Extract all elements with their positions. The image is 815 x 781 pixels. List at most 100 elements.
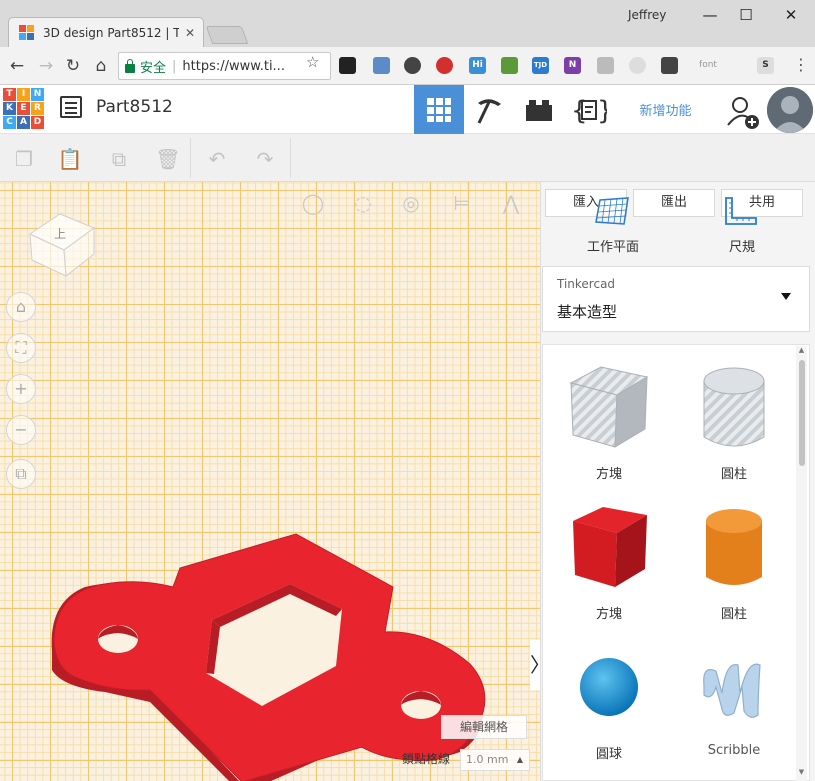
shape-box[interactable]: 方塊 — [549, 495, 669, 625]
extension-font-icon[interactable]: font — [693, 57, 723, 74]
delete-icon[interactable]: 🗑 — [155, 146, 181, 172]
user-avatar-icon — [767, 87, 813, 133]
new-features-link[interactable]: 新增功能 — [618, 85, 713, 134]
extension-2-icon[interactable] — [373, 57, 390, 74]
scrollbar-thumb[interactable] — [799, 360, 805, 466]
ruler-tool-icon[interactable] — [724, 196, 758, 226]
export-button[interactable]: 匯出 — [633, 189, 715, 217]
minimize-button[interactable]: — — [695, 4, 725, 26]
maximize-button[interactable]: ☐ — [731, 4, 761, 26]
duplicate-icon[interactable]: ⧉ — [106, 146, 132, 172]
close-window-button[interactable]: ✕ — [776, 4, 806, 26]
sphere-icon — [580, 658, 638, 716]
tab-close-icon[interactable]: ✕ — [185, 26, 195, 40]
shape-label: 方塊 — [595, 607, 622, 622]
workplane-tool-icon[interactable] — [594, 196, 630, 226]
shape-box-hole[interactable]: 方塊 — [549, 355, 669, 485]
shape-label: Scribble — [707, 743, 761, 758]
extension-tjd-icon[interactable]: TJD — [532, 57, 549, 74]
library-value: 基本造型 — [557, 303, 618, 321]
shape-cylinder[interactable]: 圓柱 — [674, 495, 794, 625]
shape-scribble[interactable]: Scribble — [674, 635, 794, 765]
toolbar-separator — [290, 138, 291, 178]
browser-tab[interactable]: 3D design Part8512 | Tin ✕ — [8, 17, 204, 47]
mode-3d-design-button[interactable] — [414, 85, 464, 134]
3d-object[interactable] — [0, 182, 540, 781]
browser-toolbar: ← → ↻ ⌂ 安全 | https://www.ti... ☆ Hi TJD … — [0, 47, 815, 85]
grid-icon — [427, 97, 451, 122]
shapes-grid: 方塊 圓柱 方塊 圓柱 圓球 Scribble — [542, 344, 810, 781]
lock-icon — [125, 58, 135, 73]
bookmark-star-icon[interactable]: ☆ — [306, 53, 319, 71]
extension-9-icon[interactable] — [597, 57, 614, 74]
collapse-panel-icon[interactable]: 〉 — [530, 640, 540, 690]
new-tab-button[interactable] — [205, 26, 249, 44]
shape-library-select[interactable]: Tinkercad 基本造型 — [542, 266, 810, 332]
extension-4-icon[interactable] — [436, 57, 453, 74]
browser-menu-icon[interactable]: ⋮ — [793, 55, 809, 74]
secure-label: 安全 — [140, 60, 167, 76]
extension-6-icon[interactable] — [501, 57, 518, 74]
shape-label: 方塊 — [595, 467, 622, 482]
dropdown-caret-icon — [781, 293, 791, 300]
extension-1-icon[interactable] — [339, 57, 356, 74]
svg-text:}: } — [597, 96, 607, 125]
design-name[interactable]: Part8512 — [96, 97, 173, 117]
tinkercad-logo[interactable]: TIN KER CAD — [3, 88, 44, 129]
box-hole-icon — [569, 366, 649, 448]
snap-caret-icon: ▲ — [516, 755, 523, 764]
ruler-tool-label: 尺規 — [729, 240, 756, 255]
paste-icon[interactable]: 📋 — [57, 146, 83, 172]
omnibox-separator: | — [172, 58, 177, 74]
shape-cylinder-hole[interactable]: 圓柱 — [674, 355, 794, 485]
pickaxe-icon — [477, 98, 501, 124]
tinkercad-favicon-icon — [19, 24, 35, 41]
app-header: TIN KER CAD Part8512 { } — [0, 85, 815, 134]
extension-hi-icon[interactable]: Hi — [469, 57, 486, 74]
edit-toolbar: ❐ 📋 ⧉ 🗑 ↶ ↷ — [0, 134, 815, 182]
design-list-icon[interactable] — [60, 96, 82, 118]
extension-s-icon[interactable]: S — [757, 57, 774, 74]
snap-grid-select[interactable]: 1.0 mm ▲ — [460, 749, 530, 771]
codeblocks-icon: { } — [571, 96, 607, 125]
redo-icon[interactable]: ↷ — [252, 146, 278, 172]
secure-indicator[interactable]: 安全 — [125, 57, 166, 76]
add-user-icon[interactable] — [726, 95, 760, 129]
red-part[interactable] — [51, 533, 486, 781]
home-icon[interactable]: ⌂ — [90, 55, 112, 77]
shape-sphere[interactable]: 圓球 — [549, 635, 669, 765]
profile-name[interactable]: Jeffrey — [628, 8, 666, 22]
browser-titlebar: 3D design Part8512 | Tin ✕ Jeffrey — ☐ ✕ — [0, 0, 815, 47]
avatar[interactable] — [767, 87, 813, 133]
workplane-viewport[interactable]: 上 ⌂ ⛶ + − ⧉ ◯ ◌ ◎ ⊨ ⋀ 編輯網格 鎖點格線 1.0 mm ▲ — [0, 182, 540, 781]
library-source-label: Tinkercad — [557, 277, 616, 291]
cylinder-hole-icon — [703, 367, 765, 447]
extension-3-icon[interactable] — [404, 57, 421, 74]
address-bar[interactable]: 安全 | https://www.ti... — [118, 52, 331, 80]
extension-pocket-icon[interactable] — [661, 57, 678, 74]
shape-label: 圓球 — [595, 747, 622, 762]
mode-build-button[interactable] — [464, 85, 514, 134]
mode-bricks-button[interactable] — [514, 85, 564, 134]
workplane-tool-label: 工作平面 — [587, 240, 640, 255]
extension-onenote-icon[interactable]: N — [564, 57, 581, 74]
undo-icon[interactable]: ↶ — [204, 146, 230, 172]
shape-label: 圓柱 — [720, 467, 747, 482]
cylinder-icon — [706, 509, 762, 585]
scroll-up-icon[interactable]: ▲ — [797, 346, 806, 354]
shapes-scrollbar[interactable]: ▲ ▼ — [796, 346, 807, 781]
toolbar-separator — [190, 138, 191, 178]
reload-icon[interactable]: ↻ — [62, 55, 84, 77]
brick-icon — [526, 99, 552, 121]
forward-icon[interactable]: → — [35, 55, 57, 77]
scroll-down-icon[interactable]: ▼ — [797, 768, 806, 776]
extension-10-icon[interactable] — [629, 57, 646, 74]
snap-grid-value: 1.0 mm — [466, 753, 509, 766]
back-icon[interactable]: ← — [6, 55, 28, 77]
edit-grid-button[interactable]: 編輯網格 — [441, 715, 527, 739]
scribble-icon — [703, 663, 761, 718]
copy-icon[interactable]: ❐ — [11, 146, 37, 172]
snap-grid-label: 鎖點格線 — [402, 752, 451, 766]
mode-codeblocks-button[interactable]: { } — [564, 85, 614, 134]
shape-label: 圓柱 — [720, 607, 747, 622]
